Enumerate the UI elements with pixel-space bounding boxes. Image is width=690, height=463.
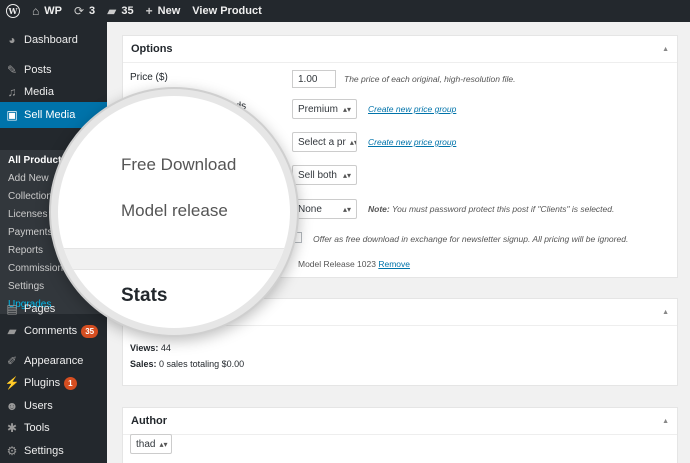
author-value: thad xyxy=(136,438,156,450)
site-name-link[interactable]: ⌂ WP xyxy=(26,0,68,22)
menu-label: Pages xyxy=(24,303,56,315)
menu-label: Plugins xyxy=(24,377,61,389)
views-label: Views: xyxy=(130,343,159,353)
menu-sell-media[interactable]: ▣ Sell Media xyxy=(0,102,107,128)
price-description: The price of each original, high-resolut… xyxy=(344,74,516,84)
magnifier-lens: Free Download Model release Stats xyxy=(58,96,290,328)
options-title: Options xyxy=(131,43,173,55)
menu-label: Tools xyxy=(24,422,50,434)
options-panel-header[interactable]: Options ▲ xyxy=(123,36,677,63)
remove-link[interactable]: Remove xyxy=(378,259,410,269)
author-panel-header[interactable]: Author ▲ xyxy=(123,408,677,435)
price-input[interactable]: 1.00 xyxy=(292,70,336,88)
collapse-arrow-icon[interactable]: ▲ xyxy=(662,46,669,53)
note-text: You must password protect this post if "… xyxy=(391,204,615,214)
free-download-description: Offer as free download in exchange for n… xyxy=(313,234,629,244)
views-stat: Views: 44 xyxy=(130,343,171,353)
model-release-label: Model release xyxy=(121,201,228,220)
view-product-link[interactable]: View Product xyxy=(186,0,267,22)
view-product-label: View Product xyxy=(192,5,262,17)
price-group-secondary-value: Select a pr xyxy=(298,136,346,148)
model-release-info: Model Release 1023 Remove xyxy=(298,259,410,269)
new-content-link[interactable]: + New xyxy=(140,0,187,22)
model-release-text: Model Release 1023 xyxy=(298,259,376,269)
menu-label: Appearance xyxy=(24,355,84,367)
submenu-reports[interactable]: Reports xyxy=(8,243,43,259)
sales-stat: Sales: 0 sales totaling $0.00 xyxy=(130,359,244,369)
updown-arrow-icon: ▴▾ xyxy=(349,137,356,147)
home-icon: ⌂ xyxy=(32,4,40,18)
pin-icon: ✎ xyxy=(6,63,18,77)
brush-icon: ✐ xyxy=(6,354,18,368)
wp-logo-button[interactable]: W xyxy=(0,0,26,22)
submenu-collections[interactable]: Collections xyxy=(8,189,57,205)
release-note: Note: You must password protect this pos… xyxy=(368,204,614,214)
author-panel: Author ▲ xyxy=(122,407,678,463)
price-group-select[interactable]: Premium ▴▾ xyxy=(292,99,357,119)
price-label: Price ($) xyxy=(130,72,168,83)
author-select[interactable]: thad ▴▾ xyxy=(130,434,172,454)
comments-link[interactable]: ▰ 35 xyxy=(101,0,139,22)
submenu-payments[interactable]: Payments xyxy=(8,225,52,241)
author-title: Author xyxy=(131,415,168,427)
menu-label: Dashboard xyxy=(24,34,78,46)
updown-arrow-icon: ▴▾ xyxy=(342,104,351,114)
lens-panel-gap xyxy=(58,248,290,270)
sell-type-value: Sell both xyxy=(298,169,337,181)
menu-label: Posts xyxy=(24,64,52,76)
cart-icon: ▣ xyxy=(6,108,18,122)
submenu-licenses[interactable]: Licenses xyxy=(8,207,47,223)
create-price-group-link-2[interactable]: Create new price group xyxy=(368,137,456,147)
menu-comments[interactable]: ▰ Comments 35 xyxy=(0,318,107,344)
price-group-secondary-select[interactable]: Select a pr ▴▾ xyxy=(292,132,357,152)
price-group-value: Premium xyxy=(298,103,339,115)
users-icon: ☻ xyxy=(5,399,19,413)
sell-type-select[interactable]: Sell both ▴▾ xyxy=(292,165,357,185)
views-value: 44 xyxy=(160,343,171,353)
plus-icon: + xyxy=(145,4,153,18)
wordpress-logo-icon: W xyxy=(6,4,20,18)
site-name: WP xyxy=(44,5,62,17)
new-label: New xyxy=(157,5,181,17)
dashboard-icon: ◕ xyxy=(8,33,16,47)
menu-label: Comments xyxy=(24,325,78,337)
refresh-icon: ⟳ xyxy=(73,4,85,18)
media-icon: ♫ xyxy=(7,85,17,99)
submenu-settings[interactable]: Settings xyxy=(8,279,44,295)
updown-arrow-icon: ▴▾ xyxy=(342,170,351,180)
comments-badge: 35 xyxy=(81,324,99,338)
submenu-all-products[interactable]: All Products xyxy=(8,153,67,169)
comments-count: 35 xyxy=(121,5,134,17)
pages-icon: ▤ xyxy=(6,302,18,316)
menu-label: Media xyxy=(24,86,54,98)
updates-count: 3 xyxy=(89,5,96,17)
updown-arrow-icon: ▴▾ xyxy=(159,439,168,449)
wrench-icon: ✱ xyxy=(6,421,18,435)
menu-label: Settings xyxy=(24,445,64,457)
menu-label: Sell Media xyxy=(24,109,76,121)
updown-arrow-icon: ▴▾ xyxy=(342,204,351,214)
updates-link[interactable]: ⟳ 3 xyxy=(68,0,101,22)
sales-value: 0 sales totaling $0.00 xyxy=(159,359,245,369)
menu-label: Users xyxy=(24,400,53,412)
model-release-value: None xyxy=(298,203,322,215)
menu-dashboard[interactable]: ◕ Dashboard xyxy=(0,27,107,53)
collapse-arrow-icon[interactable]: ▲ xyxy=(662,309,669,316)
model-release-select[interactable]: None ▴▾ xyxy=(292,199,357,219)
comment-icon: ▰ xyxy=(7,324,17,338)
plugins-badge: 1 xyxy=(64,376,77,390)
admin-bar: W ⌂ WP ⟳ 3 ▰ 35 + New View Product xyxy=(0,0,690,22)
free-download-label: Free Download xyxy=(121,155,237,174)
create-price-group-link[interactable]: Create new price group xyxy=(368,104,456,114)
plugin-icon: ⚡ xyxy=(4,376,20,390)
menu-settings[interactable]: ⚙ Settings xyxy=(0,438,107,463)
free-download-checkbox[interactable] xyxy=(291,232,302,243)
comment-icon: ▰ xyxy=(107,4,117,18)
settings-icon: ⚙ xyxy=(6,444,18,458)
collapse-arrow-icon[interactable]: ▲ xyxy=(662,418,669,425)
sales-label: Sales: xyxy=(130,359,157,369)
note-bold: Note: xyxy=(368,204,390,214)
submenu-add-new[interactable]: Add New xyxy=(8,171,49,187)
stats-title: Stats xyxy=(121,285,168,306)
